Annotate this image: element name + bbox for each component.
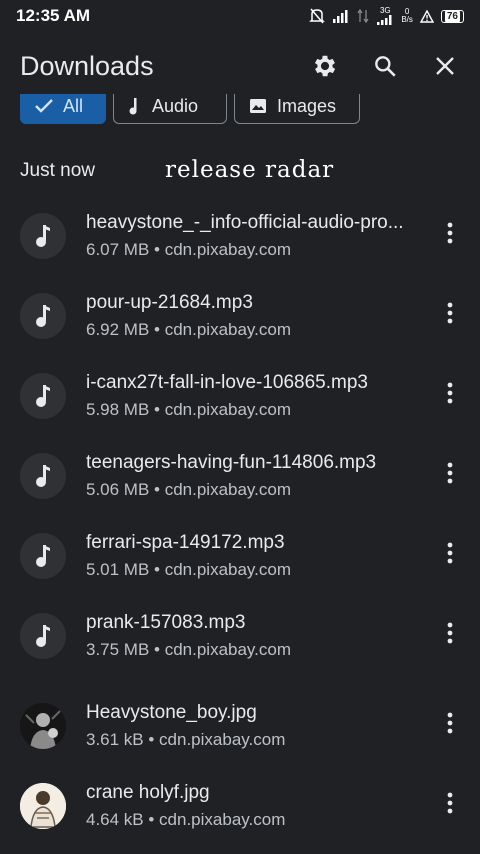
- music-note-icon: [36, 385, 50, 407]
- status-icons: 3G 0 B/s 76: [309, 7, 464, 25]
- audio-thumbnail: [20, 533, 66, 579]
- filter-chips: All Audio Images: [0, 94, 480, 130]
- more-vert-icon: [447, 462, 453, 484]
- list-item[interactable]: ferrari-spa-149172.mp3 5.01 MB • cdn.pix…: [0, 513, 480, 593]
- image-thumbnail: [20, 783, 66, 829]
- file-name: teenagers-having-fun-114806.mp3: [86, 452, 377, 473]
- audio-thumbnail: [20, 213, 66, 259]
- list-item[interactable]: prank-157083.mp3 3.75 MB • cdn.pixabay.c…: [0, 593, 480, 673]
- audio-thumbnail: [20, 453, 66, 499]
- file-name: crane holyf.jpg: [86, 782, 210, 803]
- chip-audio-label: Audio: [152, 95, 199, 116]
- battery-indicator: 76: [440, 9, 464, 23]
- music-note-icon: [36, 305, 50, 327]
- list-item[interactable]: crane holyf.jpg 4.64 kB • cdn.pixabay.co…: [0, 763, 480, 843]
- list-item[interactable]: Heavystone_boy.jpg 3.61 kB • cdn.pixabay…: [0, 683, 480, 763]
- more-options-button[interactable]: [436, 459, 464, 487]
- more-vert-icon: [447, 792, 453, 814]
- file-meta: 4.64 kB • cdn.pixabay.com: [86, 810, 286, 829]
- mute-icon: [309, 8, 326, 24]
- chip-all[interactable]: All: [20, 94, 106, 124]
- file-name: prank-157083.mp3: [86, 612, 246, 633]
- list-item[interactable]: pour-up-21684.mp3 6.92 MB • cdn.pixabay.…: [0, 273, 480, 353]
- file-meta: 5.06 MB • cdn.pixabay.com: [86, 480, 292, 499]
- chip-all-label: All: [63, 95, 84, 116]
- net-speed-unit: B/s: [401, 15, 413, 24]
- more-vert-icon: [447, 222, 453, 244]
- close-button[interactable]: [429, 50, 461, 82]
- settings-button[interactable]: [309, 50, 341, 82]
- music-note-icon: [129, 98, 137, 115]
- check-icon: [35, 99, 53, 113]
- audio-thumbnail: [20, 613, 66, 659]
- search-icon: [375, 56, 396, 77]
- app-bar: Downloads: [0, 38, 480, 94]
- file-meta: 6.07 MB • cdn.pixabay.com: [86, 240, 292, 259]
- net-speed: 0 B/s: [401, 8, 413, 24]
- more-options-button[interactable]: [436, 379, 464, 407]
- file-name: i-canx27t-fall-in-love-106865.mp3: [86, 372, 368, 393]
- more-vert-icon: [447, 622, 453, 644]
- status-bar: 12:35 AM 3G 0 B/s 76: [0, 0, 480, 32]
- image-thumbnail: [20, 703, 66, 749]
- more-options-button[interactable]: [436, 219, 464, 247]
- photo-thumbnail-icon: [20, 783, 66, 829]
- gear-icon: [314, 55, 336, 77]
- file-name: pour-up-21684.mp3: [86, 292, 253, 313]
- photo-thumbnail-icon: [20, 703, 66, 749]
- battery-level: 76: [444, 10, 460, 22]
- chip-audio[interactable]: Audio: [113, 94, 227, 124]
- more-options-button[interactable]: [436, 709, 464, 737]
- more-options-button[interactable]: [436, 539, 464, 567]
- audio-thumbnail: [20, 293, 66, 339]
- list-item[interactable]: i-canx27t-fall-in-love-106865.mp3 5.98 M…: [0, 353, 480, 433]
- file-meta: 3.75 MB • cdn.pixabay.com: [86, 640, 292, 659]
- signal-icon: [332, 9, 350, 23]
- file-meta: 5.98 MB • cdn.pixabay.com: [86, 400, 292, 419]
- music-note-icon: [36, 465, 50, 487]
- file-meta: 3.61 kB • cdn.pixabay.com: [86, 730, 286, 749]
- close-icon: [436, 57, 454, 75]
- file-name: heavystone_-_info-official-audio-pro...: [86, 212, 404, 233]
- image-icon: [250, 99, 266, 113]
- file-name: Heavystone_boy.jpg: [86, 702, 257, 723]
- more-vert-icon: [447, 712, 453, 734]
- network-type-label: 3G: [379, 6, 391, 15]
- music-note-icon: [36, 225, 50, 247]
- data-transfer-icon: [357, 9, 369, 23]
- audio-thumbnail: [20, 373, 66, 419]
- more-vert-icon: [447, 542, 453, 564]
- music-note-icon: [36, 625, 50, 647]
- chip-images-label: Images: [277, 95, 337, 116]
- status-time: 12:35 AM: [16, 6, 91, 25]
- music-note-icon: [36, 545, 50, 567]
- file-meta: 5.01 MB • cdn.pixabay.com: [86, 560, 292, 579]
- warning-icon: [419, 9, 434, 23]
- more-vert-icon: [447, 302, 453, 324]
- search-button[interactable]: [369, 50, 401, 82]
- more-vert-icon: [447, 382, 453, 404]
- file-name: ferrari-spa-149172.mp3: [86, 532, 285, 553]
- more-options-button[interactable]: [436, 789, 464, 817]
- network-type: 3G: [376, 7, 394, 25]
- chip-images[interactable]: Images: [234, 94, 360, 124]
- more-options-button[interactable]: [436, 619, 464, 647]
- file-meta: 6.92 MB • cdn.pixabay.com: [86, 320, 292, 339]
- list-item[interactable]: teenagers-having-fun-114806.mp3 5.06 MB …: [0, 433, 480, 513]
- more-options-button[interactable]: [436, 299, 464, 327]
- list-item[interactable]: heavystone_-_info-official-audio-pro... …: [0, 193, 480, 273]
- section-header: Just now: [20, 160, 95, 181]
- page-title: Downloads: [20, 50, 154, 81]
- overlay-caption: release radar: [165, 157, 335, 183]
